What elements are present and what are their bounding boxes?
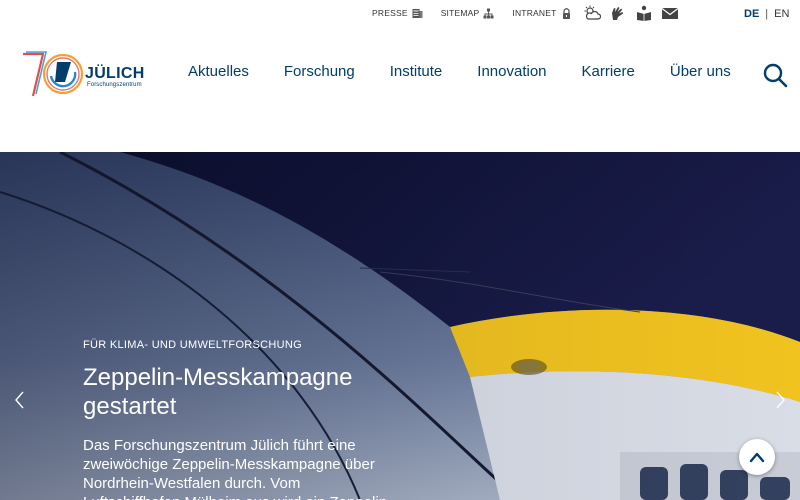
language-separator: |: [765, 8, 769, 20]
sitemap-icon: [483, 8, 494, 19]
accessibility-icons: [583, 5, 687, 21]
nav-item-aktuelles[interactable]: Aktuelles: [188, 63, 249, 80]
nav-item-ueber-uns[interactable]: Über uns: [670, 63, 731, 80]
weather-icon[interactable]: [583, 5, 601, 21]
search-button[interactable]: [762, 62, 788, 88]
press-link[interactable]: PRESSE: [372, 8, 423, 19]
sign-language-icon[interactable]: [609, 5, 627, 21]
language-en[interactable]: EN: [774, 8, 789, 20]
sitemap-link[interactable]: SITEMAP: [441, 8, 495, 19]
nav-item-institute[interactable]: Institute: [390, 63, 443, 80]
nav-item-karriere[interactable]: Karriere: [582, 63, 635, 80]
logo-brand: JÜLICH: [85, 65, 145, 82]
chevron-right-icon: [776, 391, 785, 409]
logo-70-mark: [23, 51, 84, 97]
main-nav: Aktuelles Forschung Institute Innovation…: [188, 63, 731, 80]
nav-item-forschung[interactable]: Forschung: [284, 63, 355, 80]
chevron-up-icon: [749, 452, 765, 463]
lock-icon: [561, 7, 572, 19]
slider-prev-button[interactable]: [13, 390, 27, 410]
search-icon: [763, 63, 788, 88]
easy-language-icon[interactable]: [635, 5, 653, 21]
utility-bar: PRESSE SITEMAP INTRANET: [372, 4, 590, 22]
slider-next-button[interactable]: [773, 390, 787, 410]
chevron-left-icon: [15, 391, 24, 409]
mail-icon[interactable]: [661, 5, 679, 21]
site-logo[interactable]: JÜLICH Forschungszentrum: [21, 50, 147, 100]
press-link-label: PRESSE: [372, 8, 408, 18]
intranet-link-label: INTRANET: [512, 8, 557, 18]
nav-item-innovation[interactable]: Innovation: [477, 63, 546, 80]
intranet-link[interactable]: INTRANET: [512, 7, 572, 19]
hero-slider: FÜR KLIMA- UND UMWELTFORSCHUNG Zeppelin-…: [0, 152, 800, 500]
hero-kicker: FÜR KLIMA- UND UMWELTFORSCHUNG: [83, 339, 303, 351]
sitemap-link-label: SITEMAP: [440, 8, 480, 18]
press-icon: [412, 8, 423, 19]
hero-teaser: Das Forschungszentrum Jülich führt eine …: [83, 437, 387, 500]
hero-headline[interactable]: Zeppelin-Messkampagne gestartet: [83, 363, 403, 421]
logo-subtitle: Forschungszentrum: [87, 82, 142, 88]
back-to-top-button[interactable]: [739, 439, 775, 475]
language-switcher: DE | EN: [744, 8, 789, 20]
site-header: PRESSE SITEMAP INTRANET DE | EN JÜLICH F…: [0, 0, 800, 152]
language-de[interactable]: DE: [744, 8, 759, 20]
